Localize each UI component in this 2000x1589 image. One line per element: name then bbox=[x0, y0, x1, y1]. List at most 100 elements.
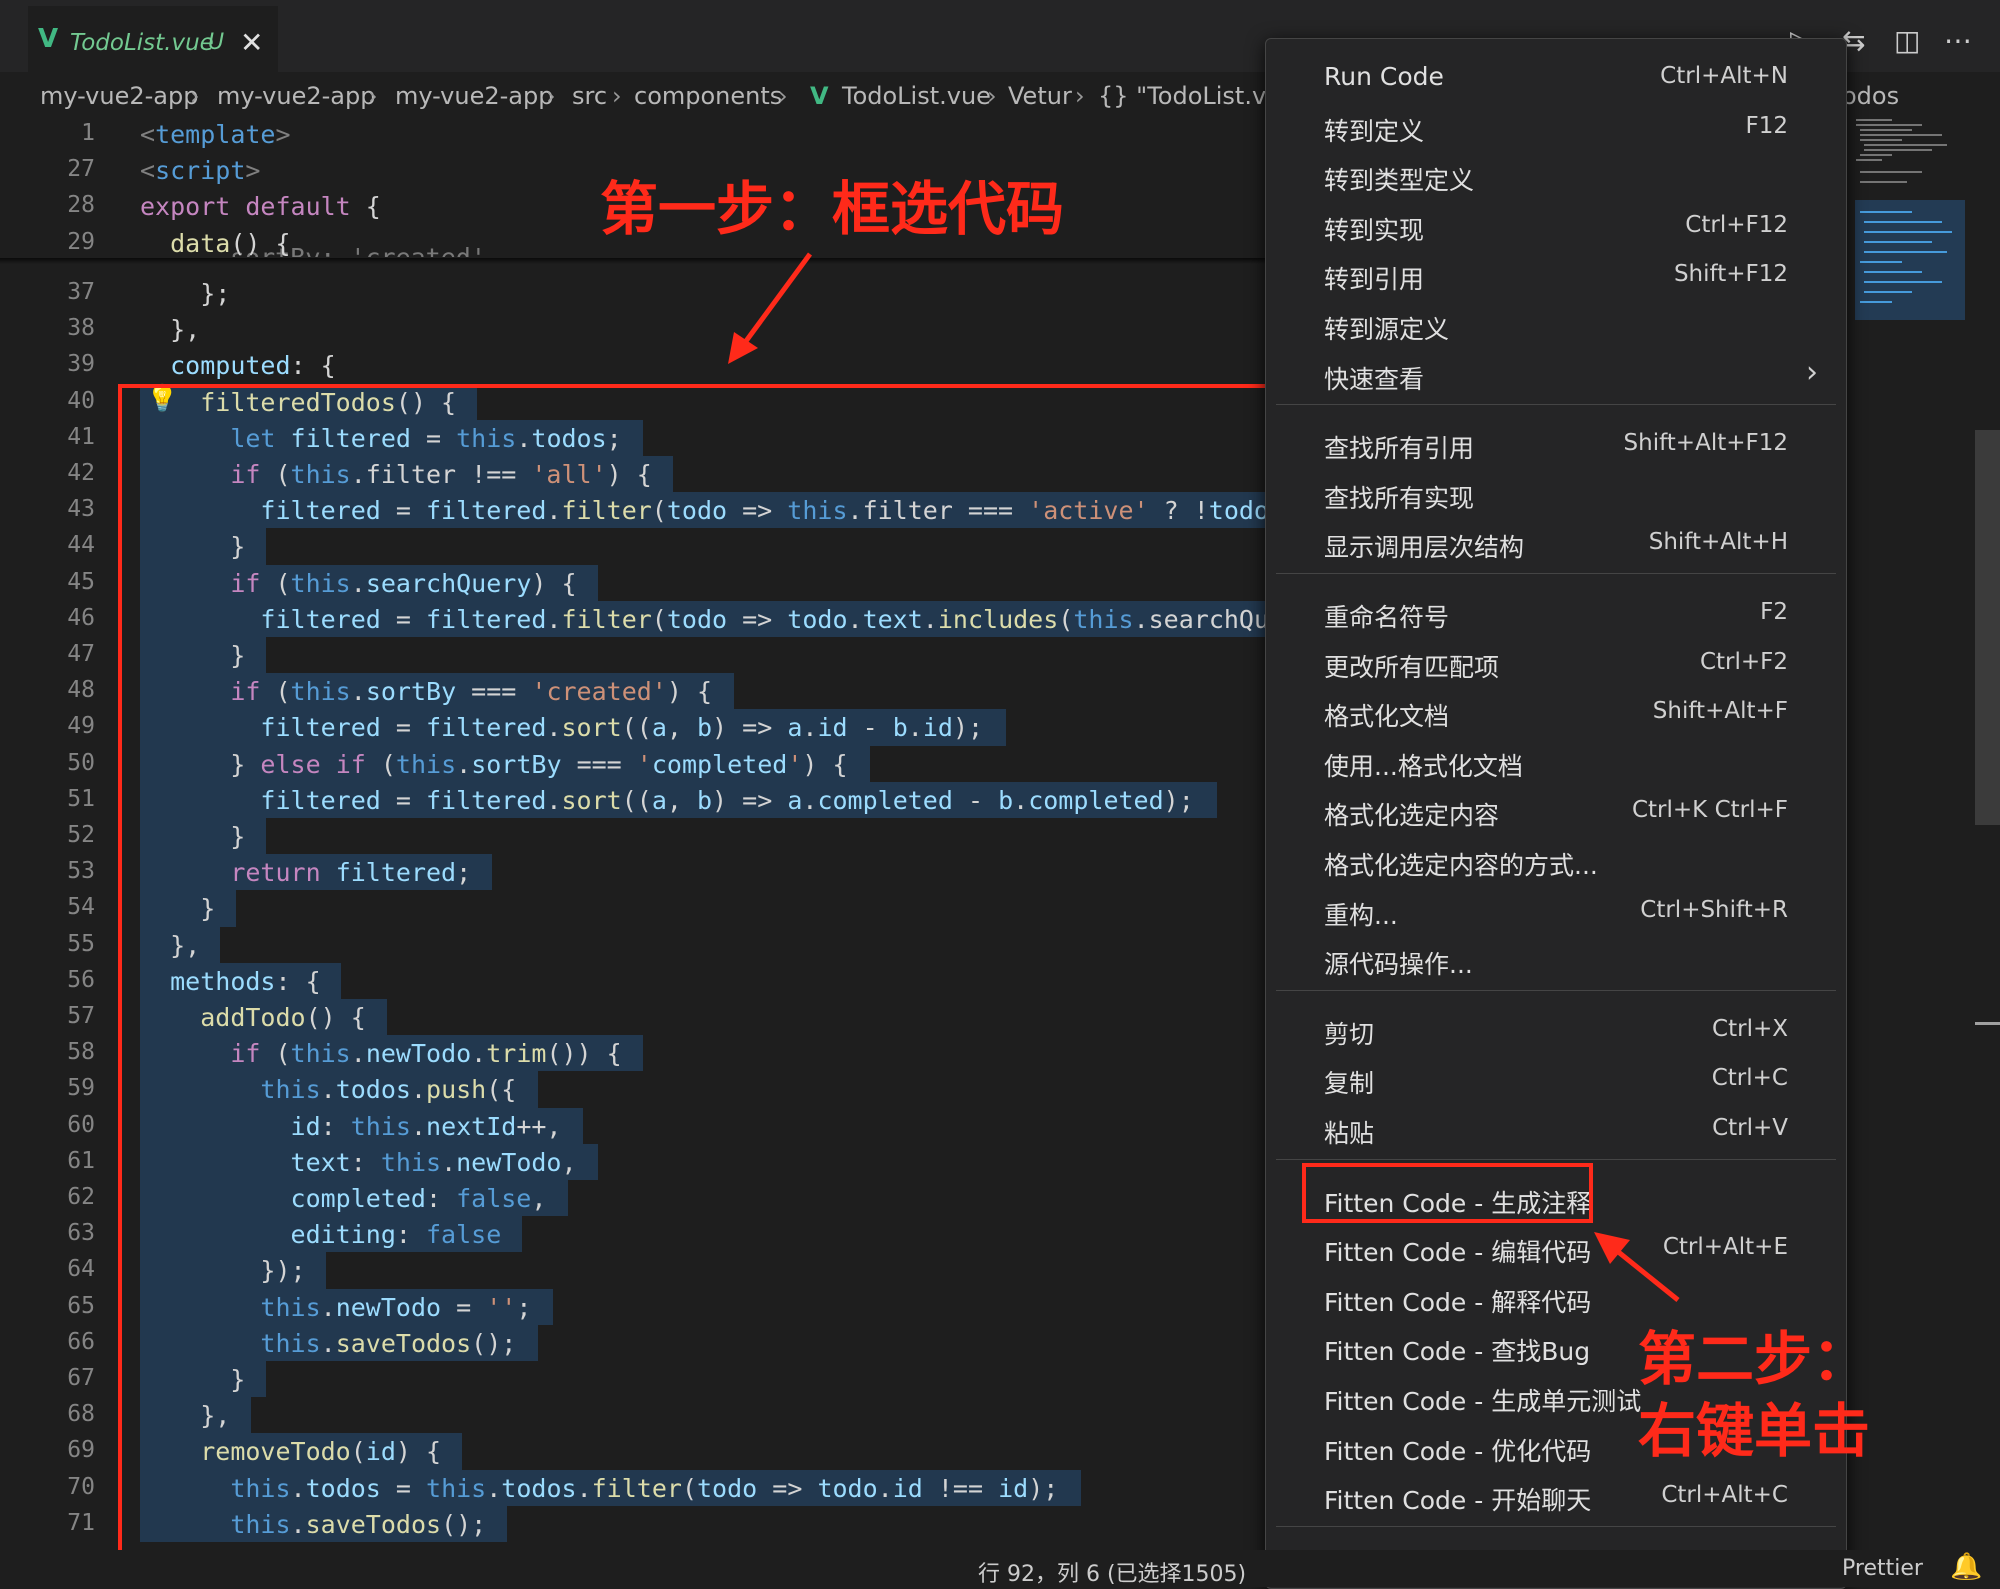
menu-item[interactable]: 格式化选定内容的方式... bbox=[1266, 837, 1846, 883]
menu-item-label: Run Code bbox=[1324, 62, 1444, 91]
minimap[interactable] bbox=[1852, 112, 1972, 322]
line-number: 51 bbox=[67, 785, 95, 812]
menu-item-shortcut: Ctrl+X bbox=[1712, 1015, 1788, 1042]
menu-item-label: 重命名符号 bbox=[1324, 603, 1450, 632]
menu-item-label: 转到定义 bbox=[1324, 116, 1425, 146]
menu-item[interactable]: 转到类型定义 bbox=[1266, 152, 1846, 198]
code-line[interactable]: <script> bbox=[140, 156, 260, 185]
menu-item-shortcut: Ctrl+K Ctrl+F bbox=[1631, 797, 1788, 824]
menu-item[interactable]: 源代码操作... bbox=[1266, 936, 1846, 982]
menu-separator bbox=[1276, 1158, 1836, 1160]
arrow-down-left-icon bbox=[728, 252, 813, 364]
line-number: 66 bbox=[67, 1328, 95, 1355]
line-number: 71 bbox=[67, 1509, 95, 1536]
menu-item[interactable]: 转到引用 Shift+F12 bbox=[1266, 251, 1846, 297]
line-number: 45 bbox=[67, 568, 95, 595]
menu-separator bbox=[1276, 1525, 1836, 1527]
menu-item-shortcut: Ctrl+F2 bbox=[1699, 648, 1788, 675]
sticky-scroll-shadow bbox=[0, 258, 1270, 264]
menu-item[interactable]: 剪切 Ctrl+X bbox=[1266, 1006, 1846, 1052]
arrow-up-left-icon bbox=[1594, 1232, 1680, 1302]
line-number: 43 bbox=[67, 496, 95, 523]
step2-annotation-line2: 右键单击 bbox=[1638, 1397, 1871, 1465]
menu-item-shortcut: Shift+Alt+F12 bbox=[1623, 430, 1788, 457]
menu-item[interactable]: 复制 Ctrl+C bbox=[1266, 1055, 1846, 1101]
menu-item-shortcut: Ctrl+Shift+R bbox=[1640, 896, 1788, 923]
menu-item-label: 转到实现 bbox=[1324, 215, 1425, 245]
menu-item[interactable]: Run Code Ctrl+Alt+N bbox=[1266, 53, 1846, 99]
line-number: 28 bbox=[67, 192, 95, 219]
menu-separator bbox=[1276, 404, 1836, 406]
code-line[interactable]: }, bbox=[140, 315, 200, 344]
line-number: 68 bbox=[67, 1401, 95, 1428]
menu-item-label: Fitten Code - 编辑代码 bbox=[1324, 1238, 1592, 1268]
menu-item-shortcut: F2 bbox=[1760, 599, 1788, 625]
line-number: 42 bbox=[67, 460, 95, 486]
code-line[interactable]: export default { bbox=[140, 192, 381, 221]
line-number: 59 bbox=[67, 1075, 95, 1102]
menu-item[interactable]: 转到定义 F12 bbox=[1266, 103, 1846, 149]
line-number: 44 bbox=[67, 532, 95, 559]
menu-item-shortcut: Shift+Alt+H bbox=[1648, 529, 1788, 556]
menu-item[interactable]: 格式化文档 Shift+Alt+F bbox=[1266, 688, 1846, 734]
cursor-position[interactable]: 行 92，列 6 (已选择1505) bbox=[978, 1556, 1246, 1588]
menu-item[interactable]: 粘贴 Ctrl+V bbox=[1266, 1105, 1846, 1151]
menu-item-label: 快速查看 bbox=[1324, 364, 1425, 394]
step1-annotation: 第一步：框选代码 bbox=[600, 175, 1065, 243]
menu-item-label: 转到源定义 bbox=[1324, 315, 1450, 344]
menu-item-label: Fitten Code - 优化代码 bbox=[1324, 1436, 1592, 1466]
code-line[interactable]: computed: { bbox=[140, 351, 336, 380]
menu-item-label: 复制 bbox=[1324, 1069, 1375, 1099]
line-number: 40 bbox=[67, 387, 95, 414]
menu-item[interactable]: Fitten Code - 开始聊天 Ctrl+Alt+C bbox=[1266, 1472, 1846, 1518]
menu-item[interactable]: 更改所有匹配项 Ctrl+F2 bbox=[1266, 639, 1846, 685]
line-number: 64 bbox=[67, 1256, 95, 1283]
line-number: 58 bbox=[67, 1039, 95, 1066]
menu-item-label: 格式化文档 bbox=[1324, 702, 1450, 732]
status-bar: 行 92，列 6 (已选择1505) Prettier 🔔 bbox=[0, 1550, 2000, 1587]
line-number: 50 bbox=[67, 749, 95, 776]
menu-item-label: 格式化选定内容 bbox=[1324, 801, 1500, 831]
menu-item[interactable]: 转到实现 Ctrl+F12 bbox=[1266, 202, 1846, 248]
menu-item-shortcut: Shift+F12 bbox=[1673, 261, 1788, 288]
menu-item-shortcut: Ctrl+F12 bbox=[1685, 211, 1788, 238]
menu-item-shortcut: Ctrl+V bbox=[1712, 1115, 1788, 1141]
menu-separator bbox=[1276, 989, 1836, 991]
line-number: 55 bbox=[67, 930, 95, 957]
menu-item[interactable]: 快速查看 › bbox=[1266, 351, 1846, 397]
line-number: 37 bbox=[67, 279, 95, 305]
menu-item-shortcut: F12 bbox=[1745, 112, 1789, 139]
menu-item[interactable]: 重构... Ctrl+Shift+R bbox=[1266, 887, 1846, 933]
menu-item-label: 显示调用层次结构 bbox=[1324, 533, 1525, 563]
menu-item[interactable]: Fitten Code - 编辑代码 Ctrl+Alt+E bbox=[1266, 1224, 1846, 1270]
vertical-scrollbar[interactable] bbox=[1975, 430, 2000, 825]
more-actions-icon[interactable]: ⋯ bbox=[1944, 24, 1972, 57]
menu-item-label: 使用...格式化文档 bbox=[1324, 751, 1523, 781]
prettier-status[interactable]: Prettier bbox=[1842, 1556, 1923, 1581]
menu-item[interactable]: 格式化选定内容 Ctrl+K Ctrl+F bbox=[1266, 787, 1846, 833]
code-line[interactable]: }; bbox=[140, 279, 230, 308]
menu-item[interactable]: 查找所有引用 Shift+Alt+F12 bbox=[1266, 420, 1846, 466]
menu-item-shortcut: Ctrl+C bbox=[1711, 1065, 1788, 1092]
line-number: 49 bbox=[67, 713, 95, 740]
menu-item[interactable]: 使用...格式化文档 bbox=[1266, 738, 1846, 784]
menu-item[interactable]: 转到源定义 bbox=[1266, 301, 1846, 347]
menu-item-shortcut: Shift+Alt+F bbox=[1652, 698, 1788, 725]
line-number: 46 bbox=[67, 604, 95, 631]
menu-item-shortcut: Ctrl+Alt+N bbox=[1660, 63, 1788, 89]
line-number: 29 bbox=[67, 228, 95, 255]
line-number: 70 bbox=[67, 1473, 95, 1500]
line-number: 38 bbox=[67, 315, 95, 342]
menu-separator bbox=[1276, 573, 1836, 574]
notification-bell-icon[interactable]: 🔔 bbox=[1950, 1552, 1982, 1582]
code-line[interactable]: <template> bbox=[140, 120, 291, 149]
menu-item[interactable]: 显示调用层次结构 Shift+Alt+H bbox=[1266, 519, 1846, 565]
menu-item-label: 源代码操作... bbox=[1324, 950, 1473, 980]
menu-item-label: 查找所有实现 bbox=[1324, 483, 1475, 513]
line-number: 69 bbox=[67, 1437, 95, 1464]
menu-item[interactable]: 重命名符号 F2 bbox=[1266, 589, 1846, 635]
line-number: 57 bbox=[67, 1003, 95, 1029]
line-number: 60 bbox=[67, 1111, 95, 1138]
line-number: 61 bbox=[67, 1147, 95, 1174]
menu-item[interactable]: 查找所有实现 bbox=[1266, 470, 1846, 516]
